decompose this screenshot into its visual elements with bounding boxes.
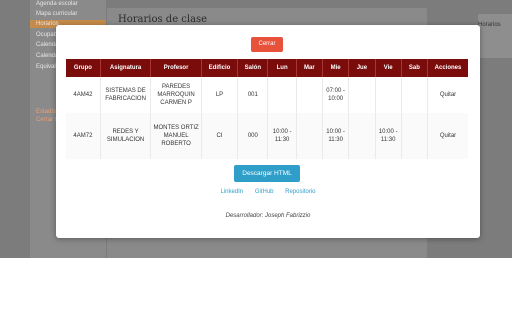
schedule-modal: Cerrar Grupo Asignatura Profesor Edifici… — [56, 25, 480, 238]
cell-mie: 07:00 - 10:00 — [322, 77, 350, 113]
cell-vie: 10:00 - 11:30 — [375, 113, 402, 159]
header-asignatura: Asignatura — [100, 59, 152, 77]
cell-edificio: CI — [201, 113, 239, 159]
cell-lun — [267, 77, 297, 113]
page-title: Horarios de clase — [118, 14, 208, 25]
cell-acciones: Quitar — [427, 113, 468, 159]
close-button[interactable]: Cerrar — [251, 37, 283, 52]
header-jue: Jue — [348, 59, 376, 77]
page-footer-area — [0, 258, 512, 320]
cell-vie — [375, 77, 402, 113]
cell-mar — [296, 77, 324, 113]
right-panel — [478, 14, 512, 58]
developer-credit: Desarrollador: Joseph Fabrizzio — [225, 213, 311, 219]
cell-jue — [348, 77, 376, 113]
sidebar-item-mapa[interactable]: Mapa curricular — [36, 11, 77, 17]
header-profesor: Profesor — [150, 59, 202, 77]
header-acciones: Acciones — [427, 59, 468, 77]
footer-links: LinkedIn GitHub Repositorio — [56, 189, 480, 195]
linkedin-link[interactable]: LinkedIn — [220, 189, 243, 195]
repository-link[interactable]: Repositorio — [285, 189, 315, 195]
table-header-row: Grupo Asignatura Profesor Edificio Salón… — [66, 59, 468, 77]
cell-asignatura: SISTEMAS DE FABRICACION — [100, 77, 152, 113]
cell-profesor: PAREDES MARROQUIN CARMEN P — [150, 77, 202, 113]
quitar-link[interactable]: Quitar — [440, 92, 456, 98]
cell-grupo: 4AM42 — [66, 77, 101, 113]
header-vie: Vie — [375, 59, 402, 77]
header-lun: Lun — [267, 59, 297, 77]
cell-salon: 000 — [237, 113, 269, 159]
download-html-button[interactable]: Descargar HTML — [234, 165, 300, 182]
screen: Agenda escolar Mapa curricular Horarios … — [0, 0, 512, 320]
github-link[interactable]: GitHub — [255, 189, 274, 195]
sidebar-item-agenda[interactable]: Agenda escolar — [36, 1, 78, 7]
cell-edificio: LP — [201, 77, 239, 113]
header-sab: Sab — [401, 59, 429, 77]
cell-acciones: Quitar — [428, 77, 468, 113]
header-edificio: Edificio — [201, 59, 239, 77]
cell-grupo: 4AM72 — [66, 113, 101, 159]
schedule-table: Grupo Asignatura Profesor Edificio Salón… — [66, 59, 468, 159]
header-mie: Mie — [322, 59, 350, 77]
cell-lun: 10:00 - 11:30 — [267, 113, 297, 159]
cell-sab — [401, 113, 429, 159]
table-row: 4AM72 REDES Y SIMULACION MONTES ORTIZ MA… — [66, 113, 468, 159]
header-mar: Mar — [296, 59, 324, 77]
cell-mar — [296, 113, 324, 159]
cell-asignatura: REDES Y SIMULACION — [100, 113, 152, 159]
right-panel-label: Horarios — [478, 22, 501, 28]
cell-mie: 10:00 - 11:30 — [322, 113, 350, 159]
quitar-link[interactable]: Quitar — [440, 133, 456, 139]
cell-jue — [348, 113, 376, 159]
cell-salon: 001 — [237, 77, 269, 113]
cell-sab — [401, 77, 429, 113]
header-salon: Salón — [237, 59, 269, 77]
table-row: 4AM42 SISTEMAS DE FABRICACION PAREDES MA… — [66, 77, 468, 113]
cell-profesor: MONTES ORTIZ MANUEL ROBERTO — [150, 113, 202, 159]
header-grupo: Grupo — [66, 59, 101, 77]
